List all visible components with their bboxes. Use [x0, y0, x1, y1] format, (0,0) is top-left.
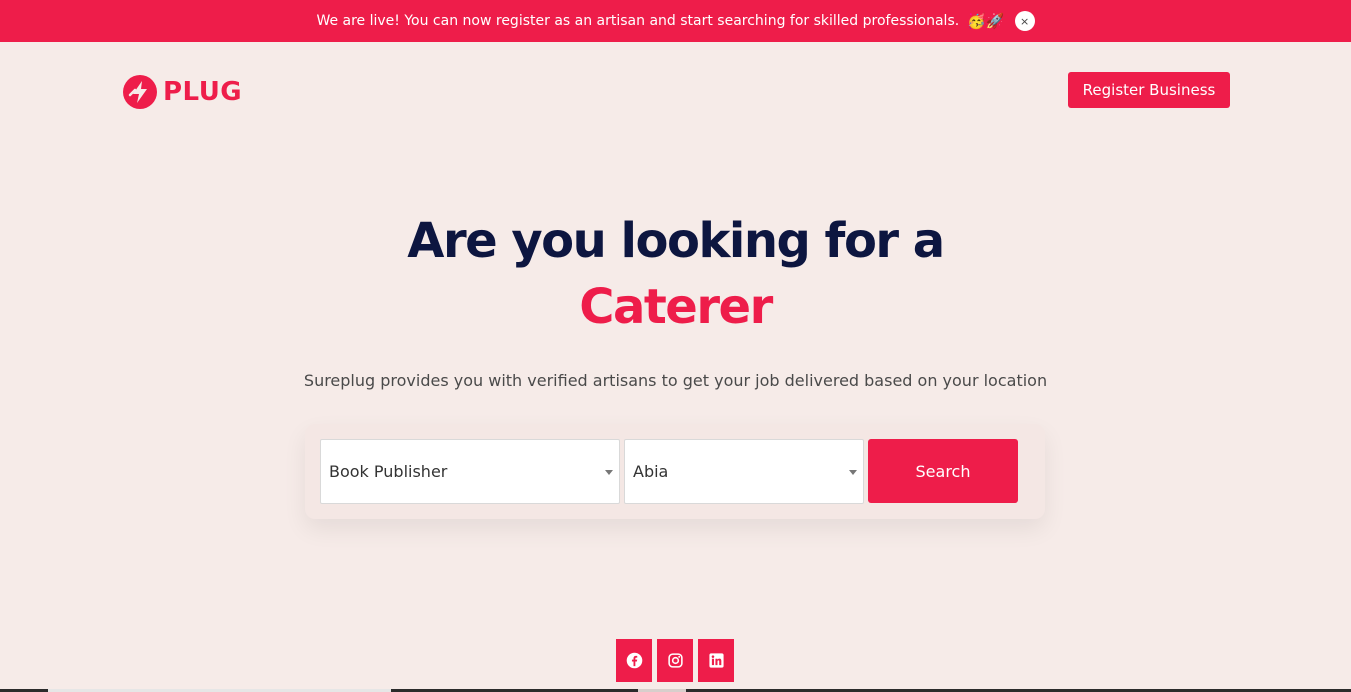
facebook-link[interactable] [616, 639, 652, 682]
hero-title: Are you looking for a Caterer [0, 208, 1351, 340]
chevron-down-icon [605, 470, 613, 475]
linkedin-link[interactable] [698, 639, 734, 682]
party-rocket-emoji: 🥳🚀 [967, 12, 1005, 30]
location-select[interactable]: Abia [624, 439, 864, 504]
location-select-value: Abia [633, 462, 669, 481]
announcement-banner: We are live! You can now register as an … [0, 0, 1351, 42]
plug-logo-icon [123, 75, 157, 109]
facebook-icon [626, 652, 642, 669]
linkedin-icon [708, 653, 724, 668]
search-card: Book Publisher Abia Search [305, 424, 1045, 519]
logo-text: PLUG [163, 77, 243, 107]
category-select[interactable]: Book Publisher [320, 439, 620, 504]
category-select-value: Book Publisher [329, 462, 448, 481]
banner-close-button[interactable]: × [1014, 11, 1035, 31]
hero-subtitle: Sureplug provides you with verified arti… [303, 371, 1048, 390]
logo[interactable]: PLUG [123, 75, 242, 109]
instagram-link[interactable] [657, 639, 693, 682]
register-business-button[interactable]: Register Business [1068, 72, 1230, 108]
instagram-icon [667, 653, 683, 668]
search-button[interactable]: Search [868, 439, 1018, 503]
hero-title-accent: Caterer [579, 279, 773, 335]
hero-title-line: Are you looking for a [407, 213, 945, 269]
chevron-down-icon [849, 470, 857, 475]
social-links [616, 639, 734, 682]
banner-text: We are live! You can now register as an … [316, 13, 960, 29]
